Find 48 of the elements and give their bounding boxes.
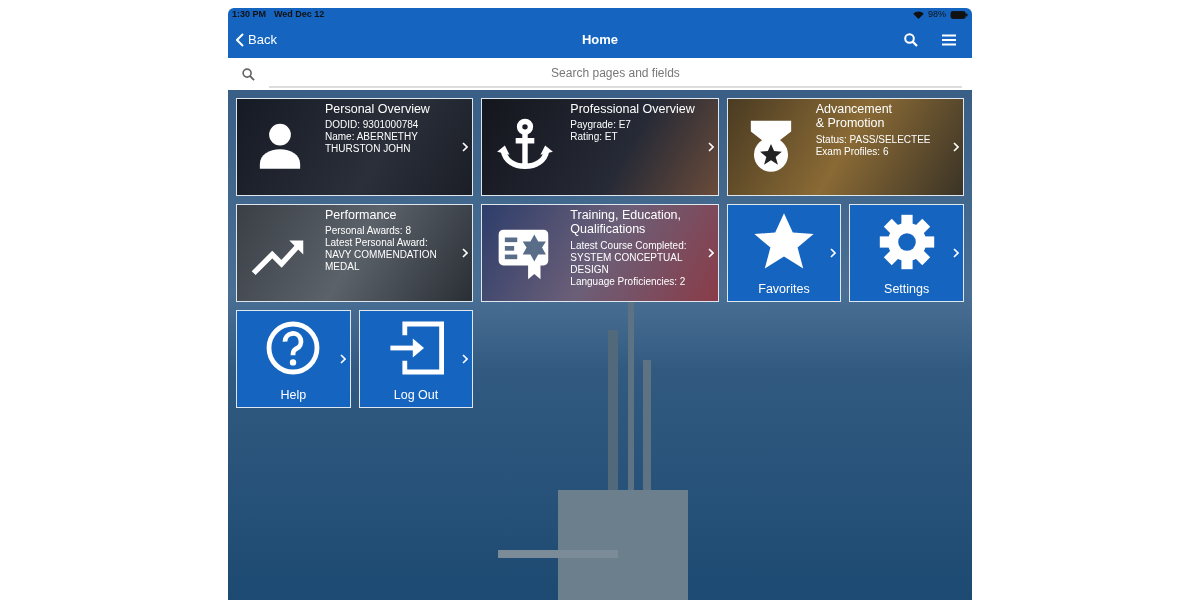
tile-title: Professional Overview [570, 102, 696, 117]
menu-tile[interactable]: Training, Education, Qualifications Latest Course Completed: SYSTEM CONCEPTUAL DESIGN Language Proficiencies: 2 [481, 204, 719, 302]
menu-tile[interactable]: Professional Overview Paygrade: E7 Rating: ET [481, 98, 719, 196]
tile-detail: Name: ABERNETHY THURSTON JOHN [325, 131, 419, 156]
tile-detail: Paygrade: E7 [570, 119, 632, 132]
tile-title: Favorites [758, 281, 810, 299]
chevron-right-icon [339, 354, 346, 364]
menu-tile[interactable]: Favorites [726, 204, 842, 302]
status-time: 1:30 PM [232, 8, 266, 22]
tile-detail: Rating: ET [570, 131, 619, 144]
tile-title: Help [280, 387, 307, 405]
tile-title: Settings [884, 281, 930, 299]
battery-icon [950, 11, 968, 19]
tile-detail: Personal Awards: 8 [325, 225, 412, 238]
tile-detail: Latest Personal Award: NAVY COMMENDATION MEDAL [325, 237, 438, 274]
tile-detail: Exam Profiles: 6 [815, 145, 890, 158]
chevron-right-icon [707, 142, 714, 152]
page-title: Home [581, 31, 619, 50]
menu-icon[interactable] [942, 34, 956, 46]
tile-detail: Status: PASS/SELECTEE [815, 133, 932, 146]
search-icon [242, 67, 255, 81]
chevron-right-icon [953, 248, 959, 258]
chevron-right-icon [707, 248, 714, 258]
tile-detail: DODID: 9301000784 [325, 119, 420, 132]
chevron-right-icon [462, 248, 469, 258]
menu-tile[interactable]: Advancement & Promotion Status: PASS/SELECTEE Exam Profiles: 6 [726, 98, 964, 196]
menu-tile[interactable]: Personal Overview DODID: 9301000784 Name: ABERNETHY THURSTON JOHN [236, 98, 474, 196]
tile-detail: Latest Course Completed: SYSTEM CONCEPTUAL DESIGN [570, 239, 688, 276]
tile-title: Training, Education, Qualifications [570, 208, 683, 237]
chevron-right-icon [462, 354, 469, 364]
tile-title: Performance [325, 208, 398, 223]
menu-tile[interactable]: Log Out [358, 310, 474, 408]
menu-tile[interactable]: Help [236, 310, 351, 408]
tile-title: Advancement & Promotion [815, 102, 894, 131]
chevron-right-icon [953, 142, 959, 152]
search-icon[interactable] [904, 33, 918, 47]
tile-title: Personal Overview [325, 102, 431, 117]
battery-percent: 98% [928, 8, 946, 22]
menu-tile[interactable]: Performance Personal Awards: 8 Latest Personal Award: NAVY COMMENDATION MEDAL [236, 204, 474, 302]
chevron-left-icon [236, 33, 244, 47]
tile-detail: Language Proficiencies: 2 [570, 275, 687, 288]
back-button[interactable]: Back [236, 30, 277, 50]
status-date: Wed Dec 12 [274, 8, 325, 22]
tile-title: Log Out [393, 387, 439, 405]
chevron-right-icon [830, 248, 837, 258]
menu-tile[interactable]: Settings [849, 204, 964, 302]
wifi-icon [913, 11, 924, 19]
chevron-right-icon [462, 142, 469, 152]
